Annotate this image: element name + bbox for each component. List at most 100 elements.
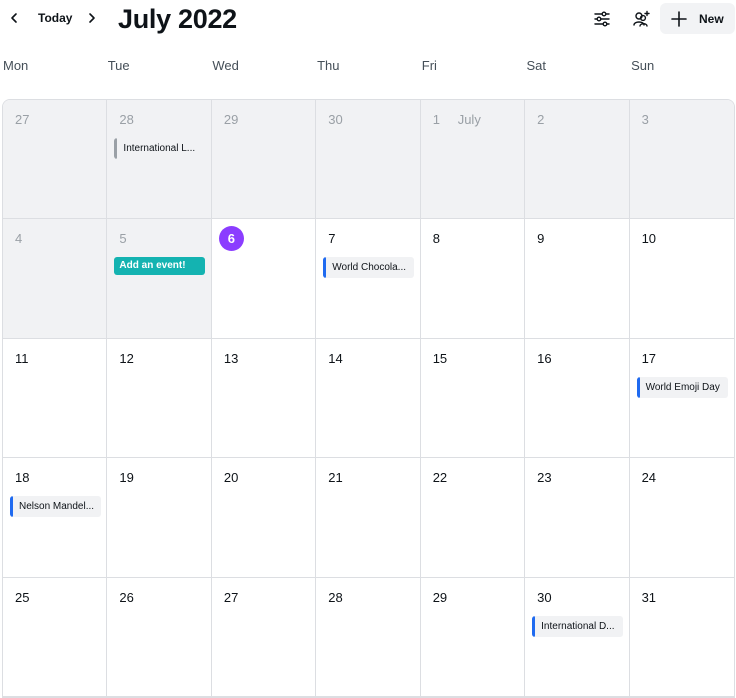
day-number: 2 <box>537 112 545 127</box>
day-number: 10 <box>641 231 657 247</box>
day-cell[interactable]: 8 <box>420 219 526 339</box>
day-number: 21 <box>328 470 343 486</box>
weekday-label: Mon <box>3 58 29 73</box>
filter-button[interactable] <box>586 4 618 34</box>
day-cell[interactable]: 5 Add an event! <box>107 219 212 339</box>
chevron-left-icon <box>11 13 17 23</box>
day-cell[interactable]: 28 <box>316 577 421 697</box>
day-number: 24 <box>641 470 657 486</box>
day-cell[interactable]: 19 <box>107 458 212 578</box>
event-chip[interactable]: World Emoji Day <box>636 376 728 398</box>
weekday-label: Sun <box>631 58 655 73</box>
new-button-label: New <box>699 11 724 26</box>
today-marker: 6 <box>218 226 244 252</box>
day-number: 7 <box>328 231 336 247</box>
day-cell[interactable]: 27 <box>3 100 108 220</box>
share-people-button[interactable] <box>625 4 657 34</box>
day-number: 29 <box>223 112 239 127</box>
day-cell[interactable]: 4 <box>3 219 108 339</box>
chevron-right-icon <box>89 13 95 23</box>
day-number: 13 <box>223 350 239 366</box>
weekday-label: Sat <box>526 58 546 73</box>
event-chip[interactable]: International D... <box>532 615 624 637</box>
day-number: 3 <box>641 112 649 127</box>
day-number: 9 <box>537 231 545 247</box>
day-cell[interactable]: 25 <box>3 577 108 697</box>
day-number: 27 <box>15 112 30 127</box>
calendar-toolbar: Today July 2022 New <box>0 0 736 38</box>
day-number: 31 <box>641 589 657 605</box>
day-cell-today[interactable]: 6 <box>211 219 317 339</box>
day-cell[interactable]: 12 <box>107 338 212 459</box>
day-number: 30 <box>328 112 343 127</box>
day-number: 16 <box>537 350 552 366</box>
day-cell[interactable]: 3 <box>629 100 734 220</box>
day-number: 17 <box>641 350 657 366</box>
day-cell[interactable]: 29 <box>420 577 526 697</box>
day-cell[interactable]: 14 <box>316 338 421 459</box>
day-cell[interactable]: 24 <box>629 458 734 578</box>
day-number: 15 <box>432 350 448 366</box>
day-number: 29 <box>432 589 448 605</box>
day-number: 20 <box>223 470 239 486</box>
day-cell[interactable]: 20 <box>211 458 317 578</box>
day-cell[interactable]: 15 <box>420 338 526 459</box>
event-chip[interactable]: World Chocola... <box>323 257 415 279</box>
weekday-label: Fri <box>421 58 437 73</box>
day-number: 5 <box>119 231 127 247</box>
day-number: 18 <box>15 470 30 486</box>
event-chip[interactable]: Nelson Mandel... <box>10 496 101 518</box>
day-cell[interactable]: 31 <box>629 577 734 697</box>
sliders-icon <box>594 11 610 27</box>
day-cell[interactable]: 26 <box>107 577 212 697</box>
month-grid: 27 28 International L... 29 30 1 July 2 … <box>2 99 735 698</box>
day-number: 14 <box>328 350 343 366</box>
day-number: 28 <box>328 589 343 605</box>
day-number: 23 <box>537 470 552 486</box>
weekday-label: Wed <box>212 58 239 73</box>
month-title: July 2022 <box>118 4 237 34</box>
day-cell[interactable]: 13 <box>211 338 317 459</box>
day-number: 1 <box>432 112 440 127</box>
weekday-header: Mon Tue Wed Thu Fri Sat Sun <box>2 58 736 78</box>
day-number: 8 <box>432 231 440 247</box>
day-cell[interactable]: 1 July <box>420 100 526 220</box>
today-button[interactable]: Today <box>30 6 80 30</box>
day-number: 22 <box>432 470 448 486</box>
day-cell[interactable]: 2 <box>525 100 630 220</box>
day-number: 30 <box>537 589 552 605</box>
weekday-label: Tue <box>107 58 130 73</box>
day-cell[interactable]: 22 <box>420 458 526 578</box>
plus-icon <box>671 10 687 27</box>
day-cell[interactable]: 28 International L... <box>107 100 212 220</box>
event-chip[interactable]: International L... <box>114 138 206 159</box>
day-cell[interactable]: 7 World Chocola... <box>316 219 421 339</box>
day-cell[interactable]: 23 <box>525 458 630 578</box>
add-event-chip[interactable]: Add an event! <box>114 257 206 276</box>
day-number: 12 <box>119 350 134 366</box>
weekday-label: Thu <box>317 58 340 73</box>
day-number: 4 <box>15 231 23 247</box>
day-cell[interactable]: 29 <box>211 100 317 220</box>
day-cell[interactable]: 30 International D... <box>525 577 630 697</box>
previous-month-button[interactable] <box>4 6 24 30</box>
day-cell[interactable]: 17 World Emoji Day <box>629 338 734 459</box>
day-cell[interactable]: 21 <box>316 458 421 578</box>
day-cell[interactable]: 16 <box>525 338 630 459</box>
month-label: July <box>457 112 481 127</box>
day-number: 26 <box>119 589 134 605</box>
day-number: 27 <box>223 589 239 605</box>
day-number: 19 <box>119 470 134 486</box>
day-cell[interactable]: 11 <box>3 338 108 459</box>
people-add-icon <box>633 10 650 27</box>
next-month-button[interactable] <box>82 6 102 30</box>
day-cell[interactable]: 10 <box>629 219 734 339</box>
new-event-button[interactable]: New <box>660 3 735 34</box>
day-cell[interactable]: 9 <box>525 219 630 339</box>
day-number: 11 <box>15 350 29 366</box>
day-cell[interactable]: 18 Nelson Mandel... <box>3 458 108 578</box>
day-cell[interactable]: 30 <box>316 100 421 220</box>
day-number: 28 <box>119 112 134 127</box>
day-number: 25 <box>15 589 30 605</box>
day-cell[interactable]: 27 <box>211 577 317 697</box>
